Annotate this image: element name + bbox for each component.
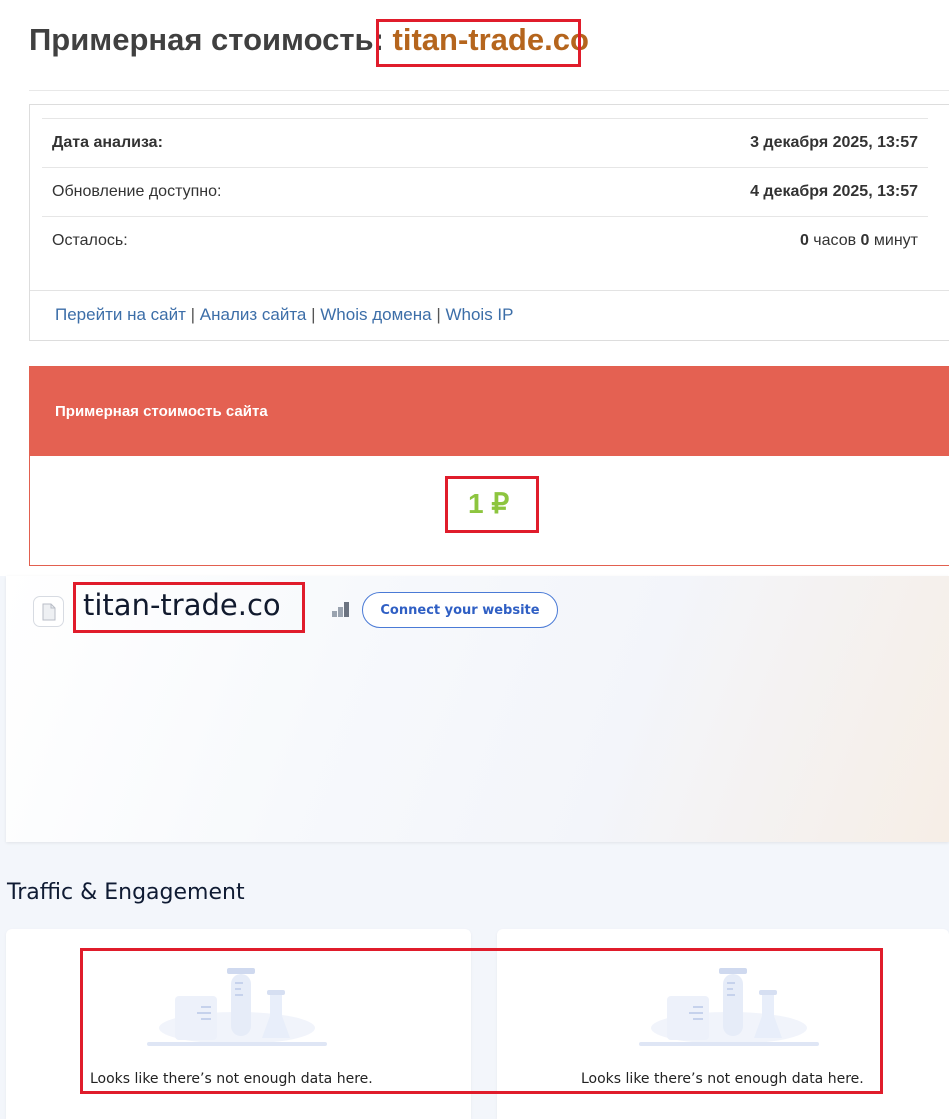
link-go-to-site[interactable]: Перейти на сайт xyxy=(55,305,186,324)
valuation-header: Примерная стоимость сайта xyxy=(30,367,949,456)
traffic-engagement-heading: Traffic & Engagement xyxy=(7,880,245,905)
info-row-analysis-date: Дата анализа: 3 декабря 2025, 13:57 xyxy=(42,118,928,168)
file-icon xyxy=(33,596,64,627)
remaining-minutes-unit: минут xyxy=(869,232,918,249)
signal-bars-icon xyxy=(332,602,349,617)
analysis-info-panel: Дата анализа: 3 декабря 2025, 13:57 Обно… xyxy=(29,104,949,341)
analysis-date-label: Дата анализа: xyxy=(52,134,163,151)
link-whois-domain[interactable]: Whois домена xyxy=(320,305,431,324)
remaining-value: 0 часов 0 минут xyxy=(800,232,918,250)
links-divider xyxy=(30,290,949,291)
highlight-box-empty-states xyxy=(80,948,883,1094)
info-row-remaining: Осталось: 0 часов 0 минут xyxy=(42,216,928,266)
valuation-heading: Примерная стоимость сайта xyxy=(55,403,268,420)
link-separator: | xyxy=(431,305,446,324)
page-title-prefix: Примерная стоимость: xyxy=(29,22,393,57)
highlight-box-site-name xyxy=(73,582,305,633)
link-separator: | xyxy=(306,305,321,324)
title-divider xyxy=(29,90,949,91)
link-whois-ip[interactable]: Whois IP xyxy=(445,305,513,324)
remaining-label: Осталось: xyxy=(52,232,128,249)
remaining-hours: 0 xyxy=(799,232,809,249)
highlight-box-title-domain xyxy=(376,19,581,67)
link-separator: | xyxy=(185,305,200,324)
link-site-analysis[interactable]: Анализ сайта xyxy=(200,305,307,324)
analysis-date-value: 3 декабря 2025, 13:57 xyxy=(750,134,918,151)
valuation-panel: Примерная стоимость сайта 1 ₽ xyxy=(29,366,949,566)
connect-website-button[interactable]: Connect your website xyxy=(362,592,558,628)
highlight-box-amount xyxy=(445,476,539,533)
update-available-label: Обновление доступно: xyxy=(52,183,222,200)
site-links: Перейти на сайт | Анализ сайта | Whois д… xyxy=(55,305,514,325)
info-row-update-available: Обновление доступно: 4 декабря 2025, 13:… xyxy=(42,167,928,217)
remaining-hours-unit: часов xyxy=(808,232,861,249)
update-available-value: 4 декабря 2025, 13:57 xyxy=(750,183,918,200)
